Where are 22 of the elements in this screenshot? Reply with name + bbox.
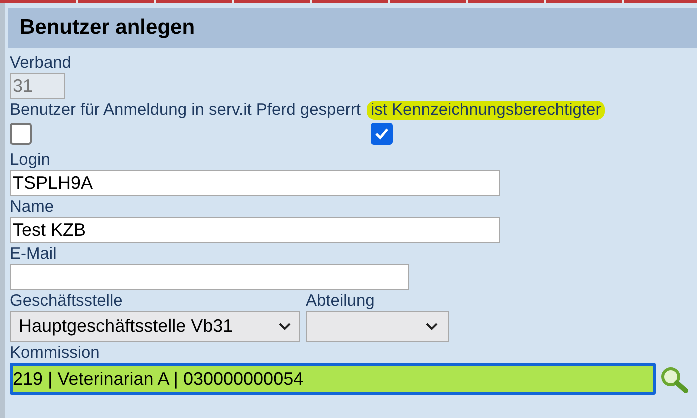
caret-icon — [426, 322, 438, 330]
field-label: E-Mail — [10, 245, 58, 264]
input-field[interactable] — [10, 264, 409, 290]
checkbox-label: ist Kennzeichnungsberechtigter — [366, 101, 606, 120]
window-title: Benutzer anlegen — [20, 16, 196, 40]
checkbox-label: Benutzer für Anmeldung in serv.it Pferd gesperrt — [10, 101, 361, 120]
field-label: Login — [10, 151, 52, 170]
field-label: Abteilung — [306, 292, 376, 311]
checkbox[interactable] — [10, 123, 32, 145]
caret-icon — [279, 322, 291, 330]
field-label: Name — [10, 198, 56, 217]
field-label: Verband — [10, 54, 72, 73]
check-icon — [374, 128, 389, 140]
field-label: Geschäftsstelle — [10, 292, 124, 311]
input-field[interactable]: TSPLH9A — [10, 170, 500, 196]
field-label: Kommission — [10, 344, 101, 363]
input-field[interactable]: Test KZB — [10, 217, 500, 243]
dropdown[interactable] — [306, 311, 449, 342]
checkbox[interactable] — [370, 123, 393, 145]
search-icon[interactable] — [660, 366, 690, 394]
dropdown[interactable]: Hauptgeschäftsstelle Vb31 — [10, 311, 300, 342]
input-field[interactable]: 219 | Veterinarian A | 030000000054 — [10, 363, 656, 395]
